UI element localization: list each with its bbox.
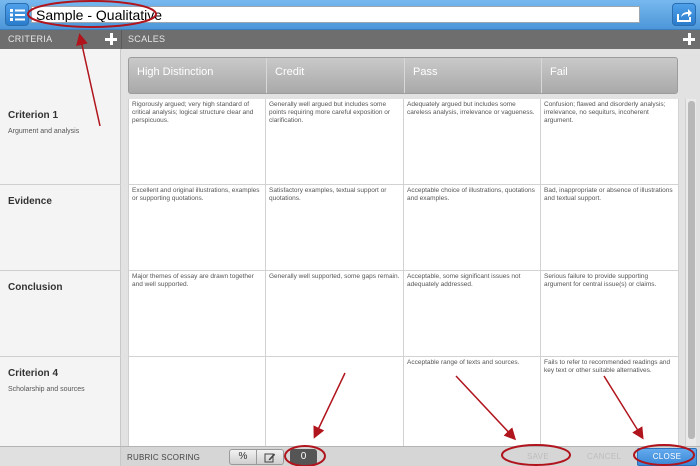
criteria-header: CRITERIA [0, 30, 121, 49]
rubric-title-input[interactable] [31, 6, 640, 23]
rubric-cell[interactable]: Rigorously argued; very high standard of… [129, 99, 266, 185]
rubric-cell[interactable]: Serious failure to provide supporting ar… [541, 271, 679, 357]
list-button[interactable] [5, 3, 29, 26]
save-button[interactable]: SAVE [527, 452, 549, 461]
scales-grid-area: High Distinction Credit Pass Fail Rigoro… [121, 49, 700, 446]
rubric-cell[interactable] [266, 357, 404, 446]
score-value: 0 [290, 449, 317, 465]
rubric-cell[interactable]: Generally well supported, some gaps rema… [266, 271, 404, 357]
scale-header-1[interactable]: High Distinction [129, 58, 266, 93]
share-icon [677, 9, 692, 22]
criterion-name: Conclusion [8, 282, 63, 293]
scale-name: Credit [275, 66, 305, 78]
criteria-column: Criterion 1 Argument and analysis Eviden… [0, 49, 121, 446]
rubric-cell[interactable]: Satisfactory examples, textual support o… [266, 185, 404, 271]
scrollbar-thumb[interactable] [688, 101, 695, 439]
rubric-cell[interactable]: Acceptable choice of illustrations, quot… [404, 185, 541, 271]
scale-header-2[interactable]: Credit [266, 58, 404, 93]
criteria-header-label: CRITERIA [8, 34, 53, 44]
rubric-cell[interactable]: Major themes of essay are drawn together… [129, 271, 266, 357]
footer-bar: RUBRIC SCORING % 0 SAVE CANCEL CLOSE [0, 446, 700, 466]
criterion-name: Criterion 4 [8, 368, 59, 379]
scales-header-label: SCALES [128, 34, 166, 44]
vertical-scrollbar[interactable] [685, 99, 696, 446]
criterion-row-1[interactable]: Criterion 1 Argument and analysis [0, 99, 121, 185]
rubric-cell[interactable]: Bad, inappropriate or absence of illustr… [541, 185, 679, 271]
criterion-row-4[interactable]: Criterion 4 Scholarship and sources [0, 357, 121, 446]
criterion-row-2[interactable]: Evidence [0, 185, 121, 271]
top-toolbar [0, 0, 700, 30]
rubric-cell[interactable]: Generally well argued but includes some … [266, 99, 404, 185]
close-button[interactable]: CLOSE [637, 448, 697, 466]
rubric-cell[interactable] [129, 357, 266, 446]
rubric-cell[interactable]: Acceptable, some significant issues not … [404, 271, 541, 357]
percent-scoring-button[interactable]: % [229, 449, 257, 465]
edit-scoring-button[interactable] [257, 449, 284, 465]
scale-name: Pass [413, 66, 438, 78]
criterion-description: Scholarship and sources [8, 386, 85, 393]
rubric-grid: Rigorously argued; very high standard of… [128, 99, 679, 446]
scale-header-3[interactable]: Pass [404, 58, 541, 93]
edit-icon [264, 453, 276, 463]
rubric-cell[interactable]: Excellent and original illustrations, ex… [129, 185, 266, 271]
criterion-description: Argument and analysis [8, 128, 80, 135]
criterion-name: Criterion 1 [8, 110, 59, 121]
rubric-cell[interactable]: Acceptable range of texts and sources. [404, 357, 541, 446]
scale-header-bar: High Distinction Credit Pass Fail [128, 57, 678, 94]
rubric-cell[interactable]: Confusion; flawed and disorderly analysi… [541, 99, 679, 185]
scale-name: High Distinction [137, 66, 214, 78]
share-button[interactable] [672, 3, 696, 26]
scale-header-4[interactable]: Fail [541, 58, 677, 93]
footer-left-panel [0, 447, 121, 466]
cancel-button[interactable]: CANCEL [587, 452, 621, 461]
rubric-cell[interactable]: Fails to refer to recommended readings a… [541, 357, 679, 446]
scales-header: SCALES [121, 30, 700, 49]
list-icon [10, 9, 25, 21]
rubric-cell[interactable]: Adequately argued but includes some care… [404, 99, 541, 185]
criterion-row-3[interactable]: Conclusion [0, 271, 121, 357]
criterion-name: Evidence [8, 196, 52, 207]
rubric-scoring-label: RUBRIC SCORING [127, 453, 201, 462]
add-scale-icon[interactable] [681, 31, 697, 47]
add-criterion-icon[interactable] [103, 31, 119, 47]
scale-name: Fail [550, 66, 568, 78]
